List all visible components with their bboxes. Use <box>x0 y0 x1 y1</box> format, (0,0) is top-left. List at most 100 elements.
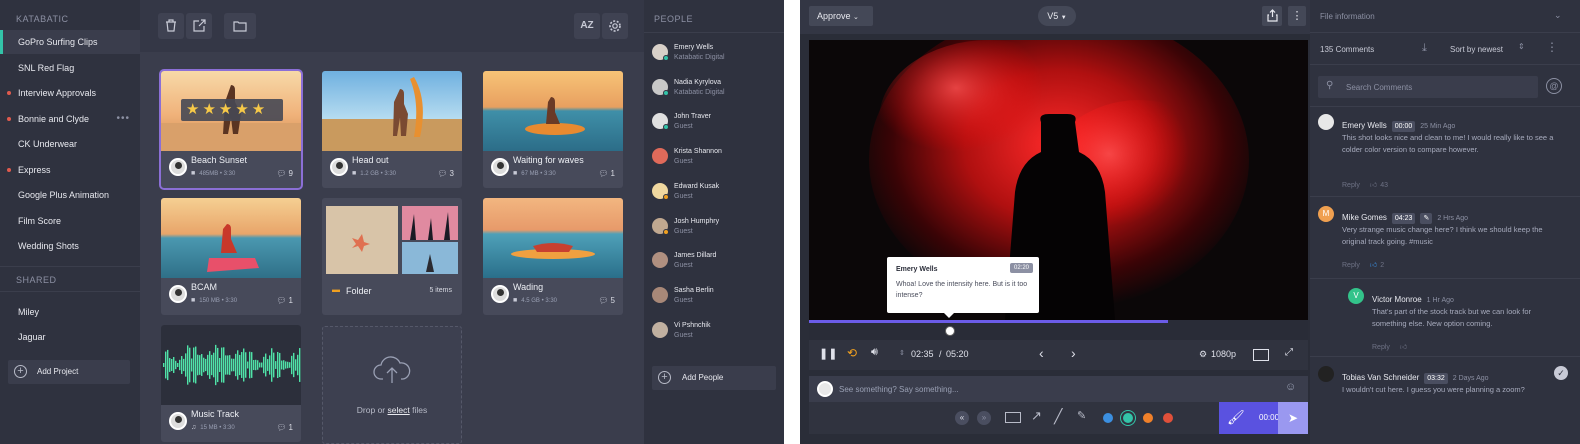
person-row[interactable]: John Traver Guest <box>652 111 780 141</box>
approve-dropdown[interactable]: Approve ⌄ <box>809 6 873 26</box>
person-row[interactable]: Josh Humphry Guest <box>652 216 780 246</box>
quality-label[interactable]: 1080p <box>1211 349 1236 359</box>
comment-timecode[interactable]: 03:32 <box>1424 373 1448 384</box>
comment-count[interactable]: 💬︎ 3 <box>437 169 454 178</box>
download-icon[interactable]: ⤓ <box>1422 42 1427 55</box>
aspect-ratio-icon[interactable] <box>1253 349 1269 361</box>
arrow-tool-icon[interactable]: ↗ <box>1031 408 1042 424</box>
comment-count[interactable]: 💬︎ 9 <box>276 169 293 178</box>
sidebar-item-project[interactable]: SNL Red Flag <box>0 56 140 80</box>
asset-card[interactable]: Wading ■ 4.5 GB • 3:30 💬︎ 5 <box>483 198 623 315</box>
emoji-icon[interactable]: ☺ <box>1285 381 1296 393</box>
paintbrush-icon[interactable]: 🖌︎ <box>1227 409 1245 426</box>
add-people-button[interactable]: + Add People <box>652 366 776 390</box>
person-row[interactable]: Krista Shannon Guest <box>652 146 780 176</box>
comment-timecode[interactable]: 04:23 <box>1391 213 1416 224</box>
reply-link[interactable]: Reply <box>1372 344 1390 351</box>
sidebar-item-project[interactable]: GoPro Surfing Clips <box>0 30 140 54</box>
sidebar-item-project[interactable]: Film Score <box>0 209 140 233</box>
reply-link[interactable]: Reply <box>1342 182 1360 189</box>
color-swatch[interactable] <box>1163 413 1173 423</box>
person-org: Guest <box>674 331 693 339</box>
thumbs-up-icon[interactable]: 👍︎ <box>1400 344 1407 351</box>
asset-card[interactable]: BCAM ■ 150 MB • 3:30 💬︎ 1 <box>161 198 301 315</box>
reply-link[interactable]: Reply <box>1342 262 1360 269</box>
comment-timecode[interactable]: 00:00 <box>1391 121 1416 132</box>
sidebar-item-project[interactable]: CK Underwear <box>0 132 140 156</box>
comment-marker[interactable] <box>945 326 955 336</box>
previous-frame-icon[interactable]: ‹ <box>1039 345 1044 361</box>
person-row[interactable]: Vi Pshnchik Guest <box>652 320 780 350</box>
trash-icon[interactable] <box>158 13 184 39</box>
comment-input[interactable] <box>839 382 1269 396</box>
asset-card[interactable]: Head out ■ 1.2 GB • 3:30 💬︎ 3 <box>322 71 462 188</box>
loop-icon[interactable]: ⟲ <box>847 346 857 360</box>
comment-count[interactable]: 💬︎ 5 <box>598 296 615 305</box>
person-row[interactable]: Sasha Berlin Guest <box>652 285 780 315</box>
video-frame[interactable] <box>809 40 1308 320</box>
asset-card[interactable]: ▬ Folder 5 items <box>322 198 462 315</box>
new-folder-icon[interactable] <box>224 13 256 39</box>
sidebar-item-project[interactable]: Express <box>0 158 140 182</box>
sidebar-item-project[interactable]: Google Plus Animation <box>0 183 140 207</box>
line-tool-icon[interactable]: ╱ <box>1054 408 1062 425</box>
version-dropdown[interactable]: V5 ▼ <box>1038 6 1076 26</box>
color-swatch[interactable] <box>1143 413 1153 423</box>
thumbs-up-icon[interactable]: 👍︎ <box>1370 262 1377 269</box>
timecode-toggle-icon[interactable]: ⇕ <box>899 349 905 357</box>
asset-card[interactable]: Waiting for waves ■ 67 MB • 3:30 💬︎ 1 <box>483 71 623 188</box>
fullscreen-icon[interactable]: ⤢ <box>1285 347 1293 358</box>
timeline-scrubber[interactable] <box>809 320 1308 340</box>
person-row[interactable]: Edward Kusak Guest <box>652 181 780 211</box>
shared-project-miley[interactable]: Miley <box>0 300 140 324</box>
more-vertical-icon[interactable]: ⋮ <box>1288 6 1306 26</box>
asset-card[interactable]: Music Track ♫ 15 MB • 3:30 💬︎ 1 <box>161 325 301 442</box>
music-note-icon: ♫ <box>191 424 197 431</box>
send-icon[interactable]: ➤ <box>1278 402 1308 434</box>
share-out-icon[interactable] <box>186 13 212 39</box>
next-frame-icon[interactable]: › <box>1071 345 1076 361</box>
color-swatch[interactable] <box>1123 413 1133 423</box>
sort-dropdown[interactable]: Sort by newest <box>1450 45 1503 54</box>
select-files-link[interactable]: select <box>388 405 410 415</box>
volume-icon[interactable]: 🔊︎ <box>871 346 878 359</box>
chevron-down-icon[interactable]: ⌄ <box>1554 10 1562 21</box>
library-toolbar: AZ <box>140 0 644 52</box>
settings-gear-icon[interactable]: ⚙ <box>1199 349 1207 360</box>
comment-count[interactable]: 💬︎ 1 <box>598 169 615 178</box>
avatar <box>652 148 668 165</box>
person-row[interactable]: Nadia Kyrylova Katabatic Digital <box>652 77 780 107</box>
rectangle-tool-icon[interactable] <box>1005 412 1021 423</box>
forward-icon[interactable]: » <box>977 411 991 425</box>
avatar <box>169 412 187 430</box>
comment-count[interactable]: 💬︎ 1 <box>276 296 293 305</box>
gear-icon[interactable] <box>602 13 628 39</box>
person-row[interactable]: James Dillard Guest <box>652 250 780 280</box>
sort-alpha-button[interactable]: AZ <box>574 13 600 39</box>
sidebar-item-project[interactable]: Wedding Shots <box>0 234 140 258</box>
color-swatch[interactable] <box>1103 413 1113 423</box>
thumbs-up-icon[interactable]: 👍︎ <box>1370 182 1377 189</box>
add-project-button[interactable]: + Add Project <box>8 360 130 384</box>
pen-tool-icon[interactable]: ✎ <box>1077 409 1086 422</box>
card-meta: ♫ 15 MB • 3:30 <box>191 424 235 431</box>
more-vertical-icon[interactable]: ⋮ <box>1546 40 1558 54</box>
shared-project-jaguar[interactable]: Jaguar <box>0 325 140 349</box>
pause-icon[interactable]: ❚❚ <box>819 347 837 360</box>
star-rating[interactable]: ★★★★★ <box>181 99 283 121</box>
share-icon[interactable] <box>1262 6 1282 26</box>
avatar <box>1318 366 1334 382</box>
asset-card[interactable]: ★★★★★ Beach Sunset ■ 485MB • 3:30 💬︎ 9 <box>159 69 303 190</box>
more-horizontal-icon[interactable]: ••• <box>116 107 130 131</box>
rewind-icon[interactable]: « <box>955 411 969 425</box>
comment-count[interactable]: 💬︎ 1 <box>276 423 293 432</box>
at-mention-icon[interactable]: @ <box>1546 78 1562 94</box>
upload-dropzone[interactable]: Drop or select files <box>322 326 462 444</box>
comment-search[interactable]: ⚲ Search Comments <box>1318 76 1538 98</box>
comment-tooltip: Emery Wells 02:20 Whoa! Love the intensi… <box>887 257 1039 318</box>
sidebar-item-project[interactable]: Bonnie and Clyde ••• <box>0 107 140 131</box>
person-name: John Traver <box>674 113 711 121</box>
sidebar-item-project[interactable]: Interview Approvals <box>0 81 140 105</box>
resolved-check-icon[interactable]: ✓ <box>1554 366 1568 380</box>
person-row[interactable]: Emery Wells Katabatic Digital <box>652 42 780 72</box>
